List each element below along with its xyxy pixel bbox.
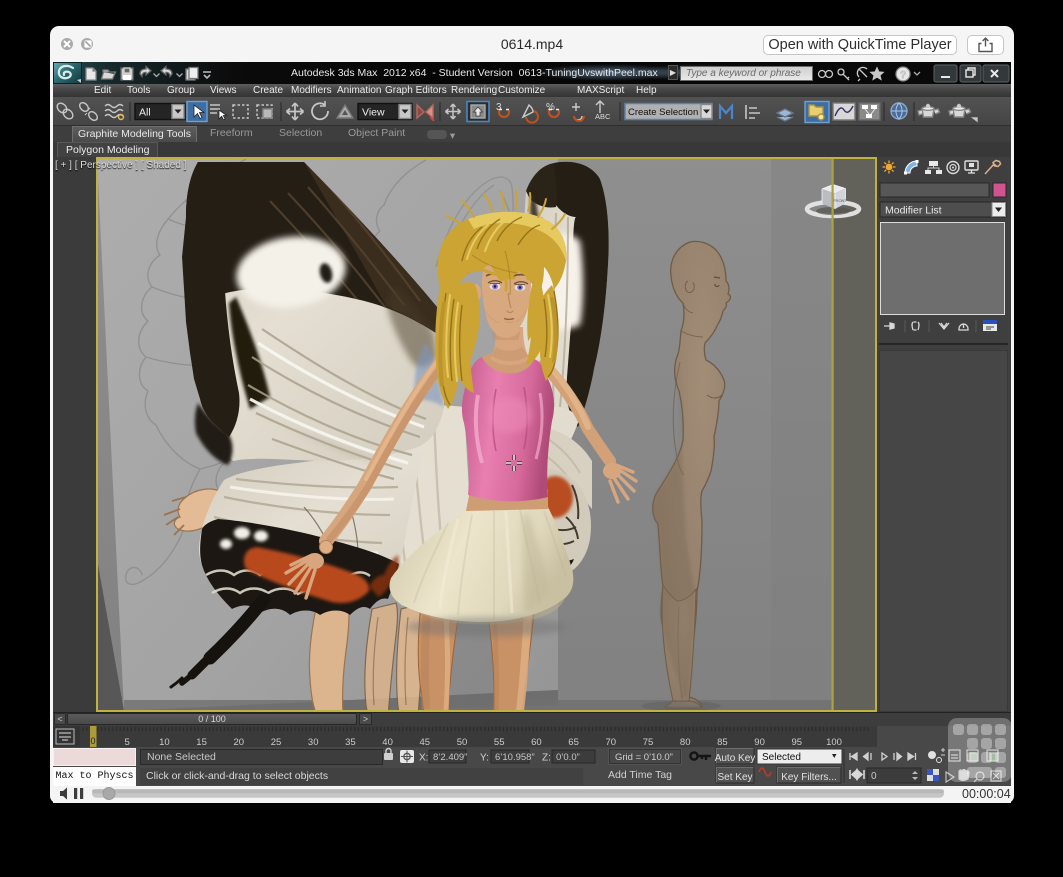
- svg-text:80: 80: [680, 737, 691, 747]
- svg-text:10: 10: [159, 737, 170, 747]
- svg-text:Z:: Z:: [542, 753, 551, 764]
- svg-text:30: 30: [308, 737, 319, 747]
- svg-text:All: All: [139, 107, 151, 119]
- svg-text:100: 100: [826, 737, 842, 747]
- svg-text:40: 40: [382, 737, 393, 747]
- svg-text:55: 55: [494, 737, 505, 747]
- svg-text:6’10.958”: 6’10.958”: [495, 752, 535, 763]
- svg-text:35: 35: [345, 737, 356, 747]
- svg-text:8’2.409”: 8’2.409”: [433, 752, 467, 763]
- svg-text:View: View: [362, 107, 385, 119]
- svg-text:Y:: Y:: [480, 753, 489, 764]
- svg-text:Key Filters...: Key Filters...: [781, 772, 837, 783]
- svg-text:70: 70: [606, 737, 617, 747]
- svg-text:60: 60: [531, 737, 542, 747]
- svg-text:FRONT: FRONT: [833, 198, 847, 203]
- svg-text:Grid = 0’10.0”: Grid = 0’10.0”: [615, 752, 673, 763]
- svg-text:50: 50: [457, 737, 468, 747]
- svg-text:90: 90: [754, 737, 765, 747]
- svg-text:X:: X:: [419, 753, 428, 764]
- svg-text:?: ?: [900, 70, 906, 81]
- svg-text:Auto Key: Auto Key: [715, 753, 756, 764]
- svg-text:45: 45: [420, 737, 431, 747]
- svg-text:5: 5: [125, 737, 130, 747]
- svg-text:Create Selection S: Create Selection S: [628, 107, 707, 118]
- svg-text:20: 20: [234, 737, 245, 747]
- svg-text:15: 15: [196, 737, 207, 747]
- svg-text:Selected: Selected: [762, 752, 801, 763]
- svg-text:0: 0: [90, 736, 95, 746]
- svg-text:75: 75: [643, 737, 654, 747]
- svg-text:Set Key: Set Key: [717, 772, 752, 783]
- svg-text:Modifier List: Modifier List: [885, 205, 942, 217]
- svg-text:25: 25: [271, 737, 282, 747]
- svg-text:85: 85: [717, 737, 728, 747]
- svg-text:65: 65: [568, 737, 579, 747]
- svg-text:0: 0: [871, 771, 877, 782]
- svg-text:0’0.0”: 0’0.0”: [556, 752, 580, 763]
- svg-text:%: %: [546, 102, 555, 113]
- svg-text:ABC: ABC: [595, 112, 611, 121]
- svg-text:95: 95: [792, 737, 803, 747]
